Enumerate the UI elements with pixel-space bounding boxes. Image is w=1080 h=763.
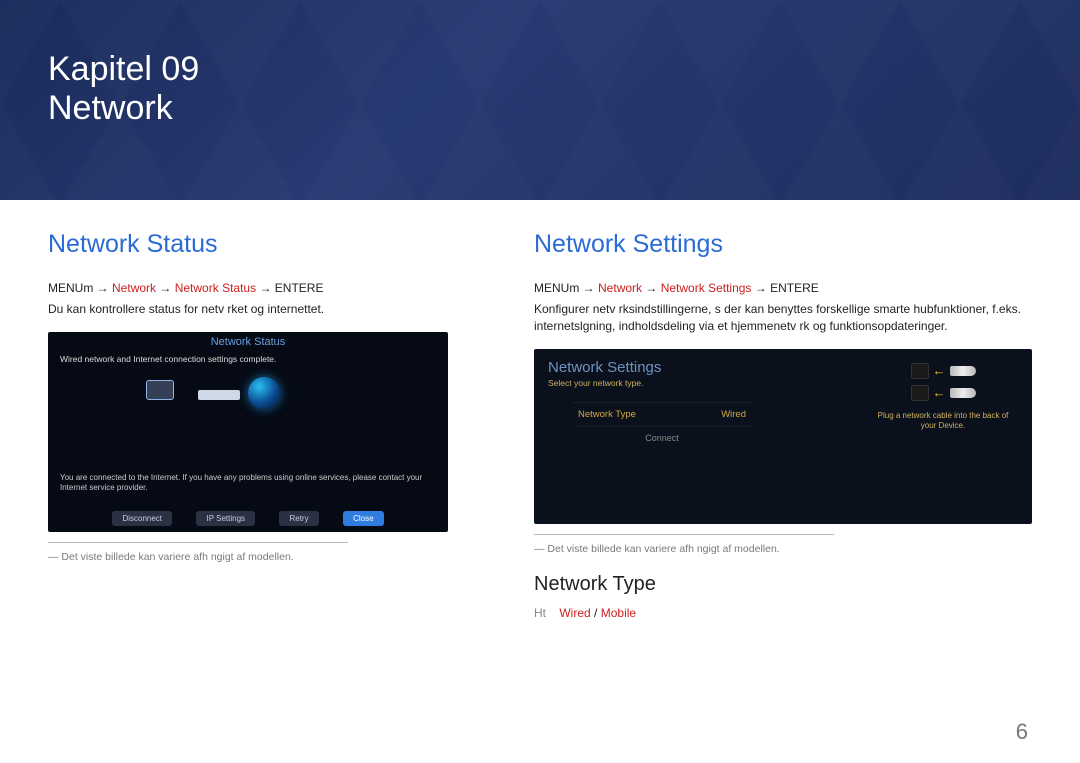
shot2-item-label: Network Type xyxy=(578,409,636,420)
ethernet-jack-icon xyxy=(911,363,929,379)
path-sep: → xyxy=(259,281,271,295)
arrow-left-icon: ← xyxy=(933,385,946,400)
shot2-item-value: Wired xyxy=(721,409,746,420)
chapter-title: Network xyxy=(48,89,1080,128)
body-network-settings: Konfigurer netv rksindstillingerne, s de… xyxy=(534,301,1032,335)
shot2-subtitle: Select your network type. xyxy=(548,378,828,388)
type-prefix: Ht xyxy=(534,606,546,620)
shot-btn-close: Close xyxy=(343,511,383,526)
shot2-item-network-type: Network Type Wired xyxy=(572,402,752,426)
shot-btn-retry: Retry xyxy=(279,511,318,526)
path-prefix: MENUm xyxy=(48,281,93,295)
path-network: Network xyxy=(598,281,642,295)
menu-path-network-settings: MENUm → Network → Network Settings → ENT… xyxy=(534,281,1032,295)
column-network-status: Network Status MENUm → Network → Network… xyxy=(48,230,494,626)
path-prefix: MENUm xyxy=(534,281,579,295)
footnote-right: ― Det viste billede kan variere afh ngig… xyxy=(534,543,1032,555)
type-sep: / xyxy=(594,606,597,620)
network-type-options: Ht Wired / Mobile xyxy=(534,606,1032,620)
shot2-hint: Plug a network cable into the back of yo… xyxy=(868,411,1018,432)
path-sep: → xyxy=(755,281,767,295)
screenshot-network-status: Network Status Wired network and Interne… xyxy=(48,332,448,532)
chapter-header: Kapitel 09 Network xyxy=(0,0,1080,200)
chapter-number: Kapitel 09 xyxy=(48,50,1080,89)
arrow-left-icon: ← xyxy=(933,363,946,378)
port-row-2: ← xyxy=(911,385,976,401)
screenshot-network-settings: Network Settings Select your network typ… xyxy=(534,349,1032,524)
column-network-settings: Network Settings MENUm → Network → Netwo… xyxy=(534,230,1032,626)
page-number: 6 xyxy=(1016,719,1028,745)
body-network-status: Du kan kontrollere status for netv rket … xyxy=(48,301,494,318)
path-sep: → xyxy=(97,281,109,295)
path-network-status: Network Status xyxy=(175,281,256,295)
shot-btn-ip-settings: IP Settings xyxy=(196,511,255,526)
path-sep: → xyxy=(645,281,657,295)
type-wired: Wired xyxy=(559,606,590,620)
ethernet-jack-icon xyxy=(911,385,929,401)
path-enter: ENTERE xyxy=(275,281,324,295)
shot2-item-connect: Connect xyxy=(572,426,752,449)
path-sep: → xyxy=(583,281,595,295)
footnote-divider xyxy=(534,534,834,535)
device-icon xyxy=(146,380,174,400)
footnote-divider xyxy=(48,542,348,543)
shot-title: Network Status xyxy=(48,332,448,348)
path-network: Network xyxy=(112,281,156,295)
ethernet-plug-icon xyxy=(950,388,976,398)
heading-network-status: Network Status xyxy=(48,230,494,259)
path-enter: ENTERE xyxy=(770,281,819,295)
globe-icon xyxy=(248,377,280,409)
type-mobile: Mobile xyxy=(601,606,636,620)
shot-message: You are connected to the Internet. If yo… xyxy=(60,473,436,494)
footnote-left: ― Det viste billede kan variere afh ngig… xyxy=(48,551,494,563)
shot-btn-disconnect: Disconnect xyxy=(112,511,172,526)
shot2-title: Network Settings xyxy=(548,359,828,376)
heading-network-settings: Network Settings xyxy=(534,230,1032,259)
port-row-1: ← xyxy=(911,363,976,379)
menu-path-network-status: MENUm → Network → Network Status → ENTER… xyxy=(48,281,494,295)
subheading-network-type: Network Type xyxy=(534,573,1032,596)
shot-subtitle: Wired network and Internet connection se… xyxy=(48,348,448,368)
modem-icon xyxy=(198,390,240,400)
ethernet-plug-icon xyxy=(950,366,976,376)
path-sep: → xyxy=(159,281,171,295)
path-network-settings: Network Settings xyxy=(661,281,752,295)
